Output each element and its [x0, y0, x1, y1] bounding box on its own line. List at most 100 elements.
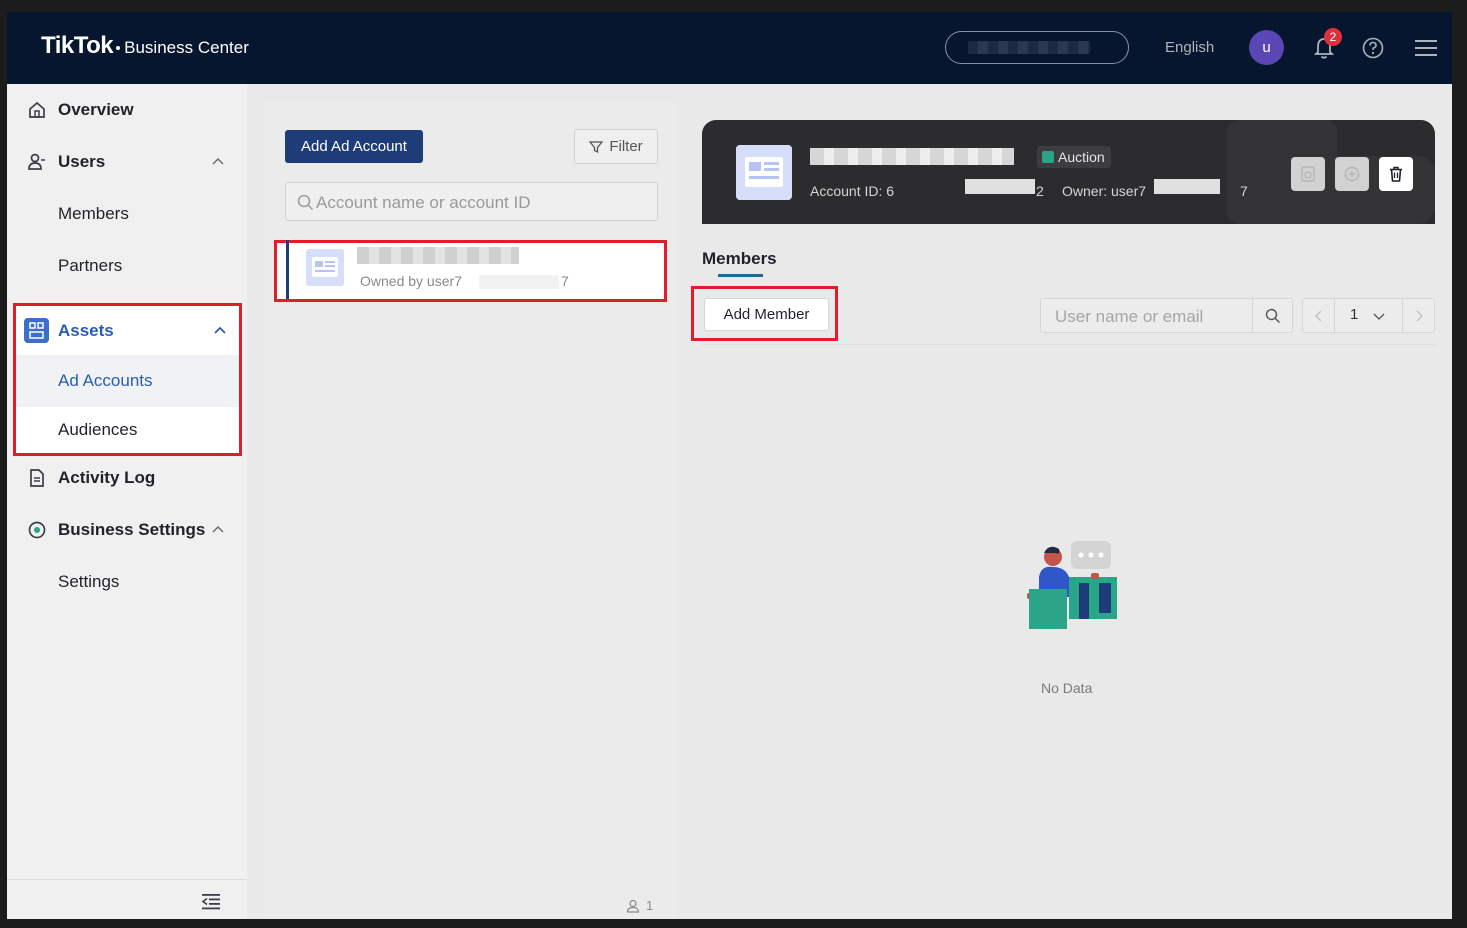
- search-icon: [297, 194, 314, 211]
- sidebar-item-partners[interactable]: Partners: [7, 240, 247, 292]
- account-owner: Owned by user7: [360, 273, 462, 289]
- notification-badge: 2: [1324, 28, 1342, 46]
- payment-button[interactable]: [1291, 157, 1325, 191]
- ad-account-list-item[interactable]: Owned by user7 7: [274, 240, 667, 302]
- redacted-account-name: [357, 247, 519, 264]
- logo-dot: [116, 46, 121, 50]
- empty-state-illustration: [1027, 541, 1117, 629]
- account-owner-suffix: 7: [1240, 183, 1248, 199]
- chevron-down-icon[interactable]: [1373, 310, 1385, 322]
- sidebar-item-label: Overview: [58, 100, 134, 119]
- sidebar-item-label: Audiences: [58, 420, 138, 439]
- pagination: 1: [1302, 298, 1435, 333]
- sidebar-item-users[interactable]: Users: [7, 136, 247, 188]
- sidebar-item-overview[interactable]: Overview: [7, 84, 247, 136]
- sidebar-item-members[interactable]: Members: [7, 188, 247, 240]
- search-placeholder: Account name or account ID: [316, 193, 531, 212]
- chevron-up-icon: [214, 326, 226, 334]
- account-id: Account ID: 6: [810, 183, 895, 199]
- chevron-left-icon: [1314, 310, 1321, 321]
- filter-icon: [589, 140, 604, 153]
- sidebar: Overview Users Members Partners Assets A…: [7, 84, 247, 919]
- account-id-suffix: 2: [1036, 183, 1044, 199]
- prev-page-button[interactable]: [1303, 299, 1335, 332]
- chevron-up-icon: [212, 157, 224, 165]
- top-bar: TikTok Business Center English u 2: [7, 12, 1452, 84]
- account-count-value: 1: [646, 898, 654, 913]
- sidebar-item-business-settings[interactable]: Business Settings: [7, 504, 247, 556]
- add-member-button[interactable]: Add Member: [704, 298, 829, 331]
- assets-icon: [24, 318, 49, 343]
- filter-label: Filter: [609, 138, 643, 155]
- assets-highlight-box: Assets Ad Accounts Audiences: [13, 303, 242, 456]
- logo-main: TikTok: [41, 32, 114, 59]
- hamburger-menu-icon[interactable]: [1415, 38, 1437, 58]
- account-count: 1: [626, 898, 653, 913]
- chevron-up-icon: [212, 525, 224, 533]
- refresh-icon: [1344, 166, 1360, 182]
- transfer-button[interactable]: [1335, 157, 1369, 191]
- user-avatar[interactable]: u: [1249, 30, 1284, 65]
- business-center-selector[interactable]: [945, 31, 1129, 64]
- redacted-owner-id: [479, 275, 559, 289]
- sidebar-item-label: Partners: [58, 256, 123, 275]
- help-icon[interactable]: [1362, 37, 1384, 59]
- search-icon: [1265, 308, 1280, 323]
- account-header-card: Auction Account ID: 6 2 Owner: user7 7: [702, 120, 1435, 224]
- auction-icon: [1042, 151, 1054, 163]
- sidebar-item-label: Business Settings: [58, 520, 206, 539]
- redacted-owner-id: [1154, 179, 1220, 194]
- sidebar-item-assets[interactable]: Assets: [16, 306, 239, 355]
- ad-accounts-panel: Add Ad Account Filter Account name or ac…: [265, 102, 677, 919]
- member-search-input[interactable]: User name or email: [1040, 298, 1293, 333]
- empty-state-text: No Data: [1041, 680, 1093, 696]
- sidebar-item-label: Settings: [58, 572, 120, 591]
- redacted-account-name: [810, 148, 1014, 165]
- sidebar-item-label: Activity Log: [58, 468, 156, 487]
- settings-icon: [28, 521, 46, 539]
- trash-icon: [1390, 166, 1402, 182]
- divider: [702, 344, 1435, 345]
- next-page-button[interactable]: [1402, 299, 1434, 332]
- account-card-icon: [736, 145, 792, 200]
- user-icon: [626, 899, 640, 913]
- logo-sub: Business Center: [124, 38, 249, 57]
- sidebar-item-label: Users: [58, 152, 106, 171]
- account-card-icon: [306, 249, 344, 286]
- add-ad-account-button[interactable]: Add Ad Account: [285, 130, 423, 163]
- selected-indicator: [286, 240, 289, 299]
- sidebar-item-label: Ad Accounts: [58, 371, 153, 390]
- tab-active-indicator: [718, 274, 763, 277]
- sidebar-item-audiences[interactable]: Audiences: [16, 407, 239, 453]
- add-member-highlight-box: Add Member: [691, 286, 838, 341]
- delete-button[interactable]: [1379, 157, 1413, 191]
- page-number[interactable]: 1: [1350, 306, 1358, 323]
- tiktok-business-center-logo[interactable]: TikTok Business Center: [41, 32, 249, 60]
- sidebar-footer: [7, 879, 247, 919]
- sidebar-item-ad-accounts[interactable]: Ad Accounts: [16, 355, 239, 407]
- search-button[interactable]: [1252, 299, 1292, 332]
- account-detail-panel: Auction Account ID: 6 2 Owner: user7 7 M…: [683, 102, 1452, 919]
- document-icon: [30, 469, 44, 487]
- sidebar-item-label: Assets: [58, 320, 114, 340]
- language-switcher[interactable]: English: [1165, 39, 1214, 56]
- account-owner: Owner: user7: [1062, 183, 1147, 199]
- users-icon: [28, 153, 45, 170]
- account-owner-suffix: 7: [561, 273, 569, 289]
- auction-tag: Auction: [1037, 146, 1111, 168]
- redacted-business-name: [968, 41, 1090, 54]
- app-window: TikTok Business Center English u 2 Overv…: [7, 12, 1452, 919]
- sidebar-item-label: Members: [58, 204, 129, 223]
- sidebar-item-activity-log[interactable]: Activity Log: [7, 452, 247, 504]
- chevron-right-icon: [1416, 310, 1423, 321]
- payment-icon: [1301, 166, 1315, 182]
- redacted-account-id: [965, 179, 1035, 194]
- tab-members[interactable]: Members: [702, 249, 777, 269]
- home-icon: [29, 101, 45, 118]
- collapse-sidebar-icon[interactable]: [201, 892, 221, 910]
- search-placeholder: User name or email: [1055, 307, 1204, 326]
- account-search-input[interactable]: Account name or account ID: [285, 182, 658, 221]
- auction-label: Auction: [1058, 149, 1105, 165]
- filter-button[interactable]: Filter: [574, 129, 658, 164]
- sidebar-item-settings[interactable]: Settings: [7, 556, 247, 608]
